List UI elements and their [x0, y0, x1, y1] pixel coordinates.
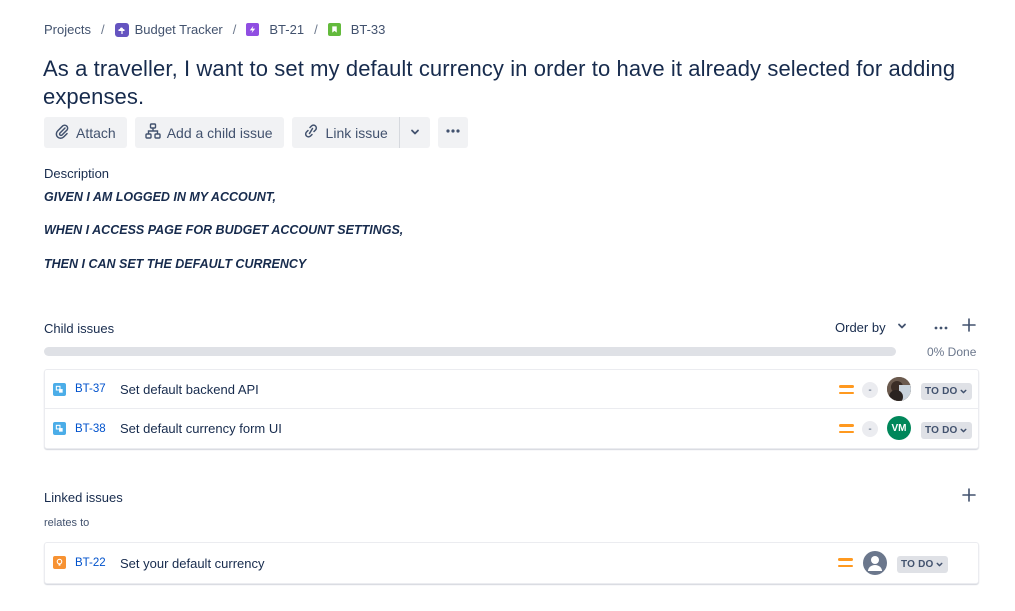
add-child-issue-button[interactable]: Add a child issue — [134, 117, 284, 148]
breadcrumb-projects[interactable]: Projects — [44, 22, 91, 37]
link-relation-label: relates to — [44, 517, 90, 529]
add-child-label: Add a child issue — [166, 124, 273, 141]
status-dropdown[interactable]: TO DO — [921, 383, 973, 400]
table-row[interactable]: BT-37 Set default backend API - TO DO — [45, 370, 978, 409]
subtask-icon — [53, 383, 66, 396]
issue-summary[interactable]: Set default currency form UI — [120, 421, 282, 436]
child-issues-more-button[interactable] — [932, 320, 950, 334]
priority-medium-icon — [839, 385, 854, 396]
breadcrumb-story[interactable]: BT-33 — [327, 22, 386, 37]
issue-title[interactable]: As a traveller, I want to set my default… — [43, 55, 983, 111]
order-by-label: Order by — [835, 320, 886, 335]
breadcrumb-epic[interactable]: BT-21 — [246, 22, 304, 37]
project-icon — [114, 22, 129, 37]
estimate-badge: - — [862, 421, 878, 437]
breadcrumb-label: BT-21 — [269, 22, 305, 37]
avatar[interactable] — [887, 377, 911, 401]
more-icon — [934, 318, 948, 336]
description-line: WHEN I ACCESS PAGE FOR BUDGET ACCOUNT SE… — [44, 223, 404, 237]
unassigned-avatar[interactable] — [863, 551, 887, 575]
more-icon — [445, 123, 461, 142]
subtask-icon — [53, 422, 66, 435]
story-icon — [327, 23, 341, 36]
breadcrumb-label: Projects — [44, 22, 91, 37]
plus-icon — [962, 317, 976, 337]
add-child-issue-plus-button[interactable] — [961, 317, 977, 337]
child-issues-list: BT-37 Set default backend API - TO DO BT… — [44, 369, 979, 449]
estimate-badge: - — [862, 382, 878, 398]
issue-summary[interactable]: Set default backend API — [120, 382, 259, 397]
status-dropdown[interactable]: TO DO — [897, 556, 949, 573]
status-label: TO DO — [925, 386, 958, 397]
improvement-icon — [53, 556, 66, 569]
linked-issues-label: Linked issues — [44, 490, 123, 505]
user-icon — [868, 556, 882, 571]
chevron-down-icon — [960, 389, 967, 394]
table-row[interactable]: BT-22 Set your default currency TO DO — [45, 543, 978, 583]
description-label: Description — [44, 166, 110, 181]
child-issues-progress-bar — [44, 347, 896, 356]
link-issue-button[interactable]: Link issue — [291, 117, 399, 148]
table-row[interactable]: BT-38 Set default currency form UI - VM … — [45, 409, 978, 448]
avatar[interactable]: VM — [887, 416, 911, 440]
attach-button[interactable]: Attach — [44, 117, 127, 148]
status-label: TO DO — [925, 425, 958, 436]
breadcrumb-project[interactable]: Budget Tracker — [114, 22, 223, 37]
attachment-icon — [54, 123, 70, 142]
breadcrumb: Projects / Budget Tracker / BT-21 / BT-3… — [44, 22, 385, 37]
chevron-down-icon — [936, 562, 943, 567]
add-linked-issue-plus-button[interactable] — [961, 487, 977, 507]
breadcrumb-separator: / — [100, 22, 105, 37]
link-issue-dropdown-button[interactable] — [398, 117, 430, 148]
issue-key-link[interactable]: BT-38 — [75, 423, 106, 435]
done-percentage: 0% Done — [927, 345, 977, 359]
priority-medium-icon — [838, 558, 853, 569]
breadcrumb-separator: / — [232, 22, 237, 37]
status-dropdown[interactable]: TO DO — [921, 422, 973, 439]
link-issue-label: Link issue — [325, 124, 388, 141]
priority-medium-icon — [839, 424, 854, 435]
issue-summary[interactable]: Set your default currency — [120, 556, 265, 571]
issue-toolbar: Attach Add a child issue Link issue — [44, 117, 468, 148]
hierarchy-icon — [145, 123, 161, 142]
issue-key-link[interactable]: BT-37 — [75, 383, 106, 395]
plus-icon — [962, 487, 976, 507]
link-issue-group: Link issue — [291, 117, 430, 148]
attach-label: Attach — [76, 124, 116, 141]
breadcrumb-label: Budget Tracker — [134, 22, 223, 37]
description-line: GIVEN I AM LOGGED IN MY ACCOUNT, — [44, 190, 276, 204]
linked-issues-list: BT-22 Set your default currency TO DO — [44, 542, 979, 584]
epic-icon — [246, 23, 260, 36]
link-icon — [302, 123, 320, 142]
more-actions-button[interactable] — [437, 117, 468, 148]
status-label: TO DO — [901, 559, 934, 570]
order-by-button[interactable]: Order by — [835, 320, 908, 335]
chevron-down-icon — [896, 320, 908, 335]
chevron-down-icon — [409, 125, 421, 141]
chevron-down-icon — [960, 428, 967, 433]
issue-key-link[interactable]: BT-22 — [75, 557, 106, 569]
description-line: THEN I CAN SET THE DEFAULT CURRENCY — [44, 257, 307, 271]
breadcrumb-label: BT-33 — [350, 22, 386, 37]
child-issues-label: Child issues — [44, 321, 115, 336]
breadcrumb-separator: / — [314, 22, 318, 37]
